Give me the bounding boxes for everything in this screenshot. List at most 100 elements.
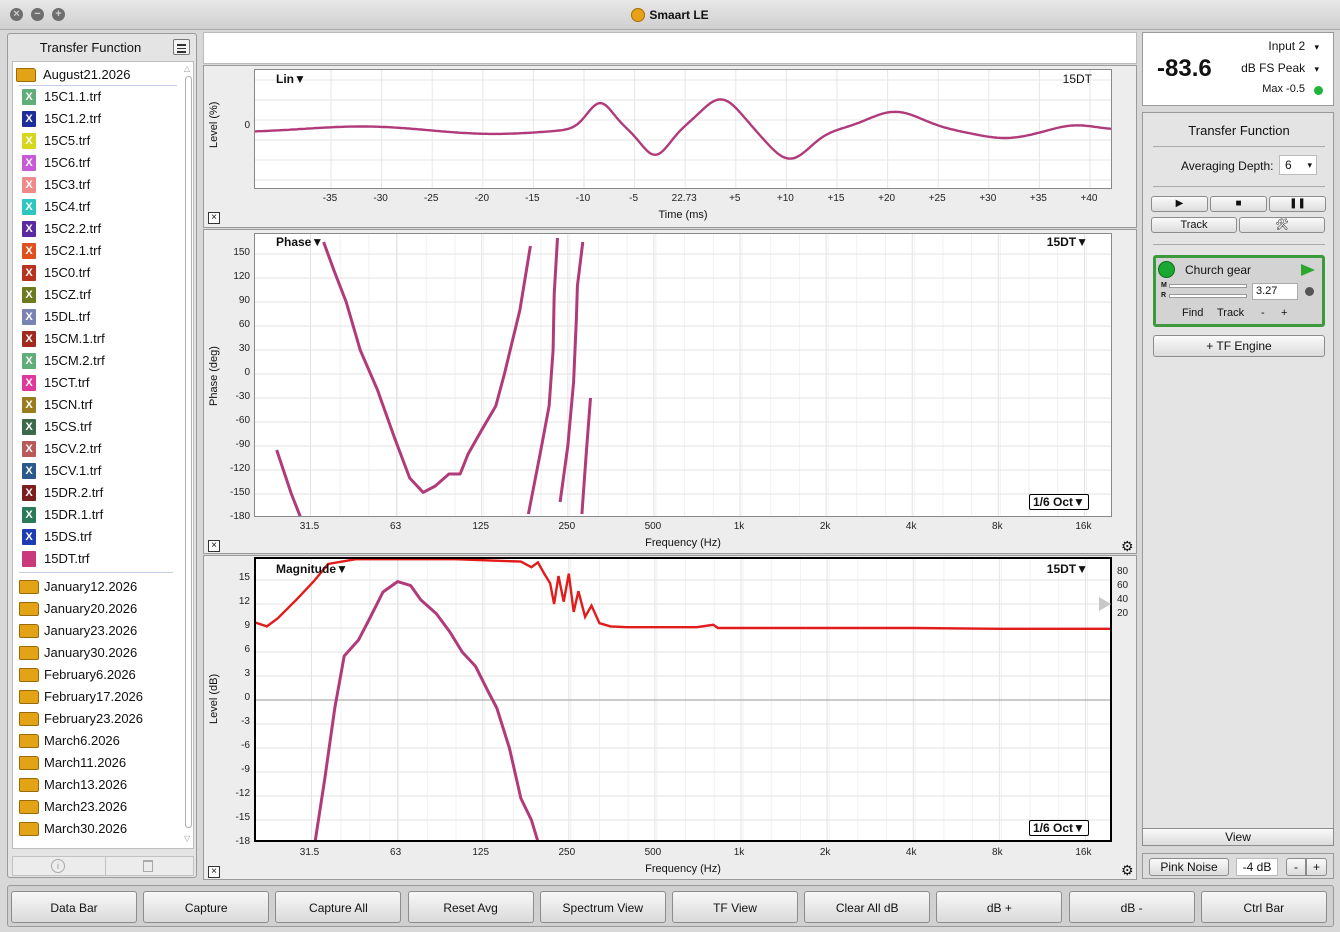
trf-file-icon: X (22, 155, 36, 171)
folder-row[interactable]: March6.2026 (13, 730, 183, 752)
phase-smoothing-selector[interactable]: 1/6 Oct▼ (1029, 494, 1089, 510)
play-button[interactable]: ▶ (1151, 196, 1208, 212)
trf-file-icon: X (22, 243, 36, 259)
cmd-button[interactable]: dB + (936, 891, 1063, 923)
delay-plus-button[interactable]: + (1281, 307, 1287, 319)
folder-icon (19, 602, 39, 616)
coherence-scale-handle-icon[interactable] (1099, 597, 1111, 611)
phase-trace-label[interactable]: 15DT▼ (1047, 235, 1088, 249)
magnitude-trace-label[interactable]: 15DT▼ (1047, 562, 1088, 576)
file-row[interactable]: X 15C1.2.trf (13, 108, 183, 130)
file-row[interactable]: X 15C4.trf (13, 196, 183, 218)
delay-minus-button[interactable]: - (1261, 307, 1265, 319)
x-tick-label: 500 (644, 521, 662, 532)
cmd-button[interactable]: Capture All (275, 891, 402, 923)
file-list-scrollbar[interactable]: △ ▽ (183, 62, 193, 848)
cmd-button[interactable]: Data Bar (11, 891, 137, 923)
track-button[interactable]: Track (1151, 217, 1237, 233)
find-delay-button[interactable]: Find (1182, 307, 1203, 319)
generator-level-minus-button[interactable]: - (1286, 858, 1306, 876)
file-row[interactable]: 15DT.trf (13, 548, 183, 570)
stop-button[interactable]: ■ (1210, 196, 1267, 212)
center-header-bar (203, 32, 1137, 64)
phase-settings-gear-icon[interactable]: ⚙ (1121, 538, 1134, 555)
impulse-plot[interactable] (254, 69, 1112, 189)
x-tick-label: 16k (1075, 521, 1092, 532)
engine-status-led-icon[interactable] (1158, 261, 1175, 278)
track-delay-button[interactable]: Track (1217, 307, 1244, 319)
folder-row[interactable]: March13.2026 (13, 774, 183, 796)
file-row[interactable]: X 15DL.trf (13, 306, 183, 328)
file-row[interactable]: X 15CS.trf (13, 416, 183, 438)
cmd-button[interactable]: dB - (1068, 891, 1195, 923)
file-row[interactable]: X 15C0.trf (13, 262, 183, 284)
phase-scale-label[interactable]: Phase▼ (276, 235, 323, 249)
file-row[interactable]: X 15CM.2.trf (13, 350, 183, 372)
folder-row[interactable]: March30.2026 (13, 818, 183, 840)
trf-file-icon: X (22, 265, 36, 281)
impulse-trace-label[interactable]: 15DT (1063, 72, 1092, 86)
generator-level-plus-button[interactable]: + (1306, 858, 1327, 876)
pause-button[interactable]: ❚❚ (1269, 196, 1326, 212)
trash-icon[interactable] (143, 860, 153, 872)
tf-engine-card[interactable]: Church gear M R 3.27 Find Track - + (1153, 255, 1325, 327)
view-button[interactable]: View (1142, 828, 1334, 846)
folder-row[interactable]: January20.2026 (13, 598, 183, 620)
folder-row[interactable]: January12.2026 (13, 576, 183, 598)
cmd-button[interactable]: Reset Avg (407, 891, 534, 923)
input-selector[interactable]: Input 2 ▾ (1268, 39, 1319, 53)
cmd-button[interactable]: TF View (672, 891, 798, 923)
magnitude-settings-gear-icon[interactable]: ⚙ (1121, 862, 1134, 879)
file-list[interactable]: August21.2026 X 15C1.1.trf X 15C1.2.trf X 15C5… (12, 61, 194, 849)
folder-row[interactable]: January30.2026 (13, 642, 183, 664)
cmd-button[interactable]: Spectrum View (539, 891, 666, 923)
close-impulse-icon[interactable]: × (208, 212, 220, 224)
meter-mode-selector[interactable]: dB FS Peak ▾ (1241, 61, 1319, 75)
file-browser-panel: Transfer Function August21.2026 X 15C1.1.t… (7, 33, 197, 878)
folder-row[interactable]: March23.2026 (13, 796, 183, 818)
tools-icon[interactable]: 🛠 (1239, 217, 1325, 233)
phase-svg (255, 234, 1111, 516)
engine-run-icon[interactable] (1301, 264, 1315, 276)
folder-row[interactable]: March11.2026 (13, 752, 183, 774)
hamburger-menu-icon[interactable] (173, 39, 190, 55)
cmd-button[interactable]: Capture (143, 891, 270, 923)
cmd-button[interactable]: Clear All dB (804, 891, 931, 923)
magnitude-plot[interactable] (254, 557, 1112, 842)
file-row[interactable]: X 15C2.2.trf (13, 218, 183, 240)
generator-level[interactable]: -4 dB (1236, 858, 1278, 876)
folder-row[interactable]: February23.2026 (13, 708, 183, 730)
file-row[interactable]: X 15C1.1.trf (13, 86, 183, 108)
delay-field[interactable]: 3.27 (1252, 283, 1298, 300)
folder-row[interactable]: January23.2026 (13, 620, 183, 642)
close-phase-icon[interactable]: × (208, 540, 220, 552)
open-folder-row[interactable]: August21.2026 (13, 64, 183, 86)
phase-plot[interactable] (254, 233, 1112, 517)
file-row[interactable]: X 15C5.trf (13, 130, 183, 152)
close-magnitude-icon[interactable]: × (208, 866, 220, 878)
file-row[interactable]: X 15DR.1.trf (13, 504, 183, 526)
magnitude-smoothing-selector[interactable]: 1/6 Oct▼ (1029, 820, 1089, 836)
magnitude-scale-label[interactable]: Magnitude▼ (276, 562, 348, 576)
file-row[interactable]: X 15CZ.trf (13, 284, 183, 306)
folder-row[interactable]: February6.2026 (13, 664, 183, 686)
pink-noise-button[interactable]: Pink Noise (1149, 858, 1229, 876)
title-bar: × − + Smaart LE (0, 0, 1340, 30)
file-row[interactable]: X 15CT.trf (13, 372, 183, 394)
cmd-button[interactable]: Ctrl Bar (1200, 891, 1327, 923)
add-tf-engine-button[interactable]: + TF Engine (1153, 335, 1325, 357)
averaging-select[interactable]: 6 ▾ (1279, 155, 1317, 175)
file-row[interactable]: X 15C3.trf (13, 174, 183, 196)
file-row[interactable]: X 15CV.2.trf (13, 438, 183, 460)
impulse-scale-label[interactable]: Lin▼ (276, 72, 306, 86)
file-row[interactable]: X 15CM.1.trf (13, 328, 183, 350)
file-row[interactable]: X 15DR.2.trf (13, 482, 183, 504)
file-row[interactable]: X 15DS.trf (13, 526, 183, 548)
file-row[interactable]: X 15C2.1.trf (13, 240, 183, 262)
x-tick-label: 63 (390, 847, 402, 858)
file-row[interactable]: X 15CN.trf (13, 394, 183, 416)
file-row[interactable]: X 15CV.1.trf (13, 460, 183, 482)
info-icon[interactable]: i (51, 859, 65, 873)
file-row[interactable]: X 15C6.trf (13, 152, 183, 174)
folder-row[interactable]: February17.2026 (13, 686, 183, 708)
